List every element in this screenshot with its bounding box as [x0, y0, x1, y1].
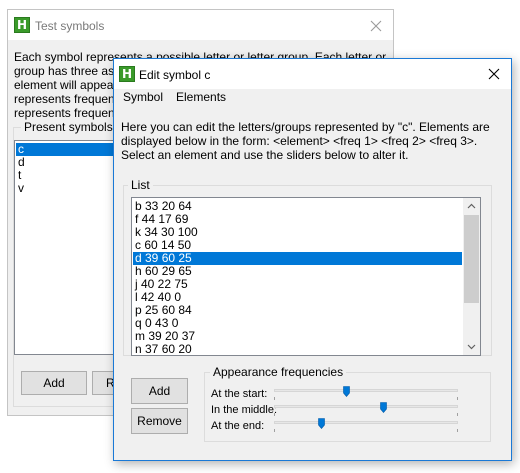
- list-item[interactable]: c: [16, 143, 124, 156]
- description-line: element will appear a: [14, 78, 128, 92]
- test-symbols-titlebar[interactable]: H Test symbols: [8, 10, 393, 40]
- description-line: represents frequency: [14, 106, 127, 120]
- scroll-down-icon[interactable]: [467, 344, 476, 350]
- instruction-line: Select an element and use the sliders be…: [121, 148, 409, 162]
- menu-symbol[interactable]: Symbol: [123, 90, 163, 104]
- appearance-frequencies-label: Appearance frequencies: [210, 365, 347, 379]
- app-icon: H: [14, 17, 30, 33]
- close-icon[interactable]: [368, 18, 384, 34]
- slider-label-middle: In the middle:: [211, 404, 278, 416]
- symbols-listbox[interactable]: c d t v: [14, 140, 126, 355]
- edit-symbol-title: Edit symbol c: [139, 68, 211, 82]
- menu-bar: Symbol Elements: [114, 89, 511, 107]
- add-symbol-button[interactable]: Add: [21, 371, 87, 395]
- list-group-label: List: [128, 178, 153, 192]
- slider-thumb-icon[interactable]: [380, 402, 387, 413]
- vertical-scrollbar[interactable]: [463, 198, 480, 355]
- slider-label-end: At the end:: [211, 420, 265, 432]
- remove-element-button[interactable]: Remove: [131, 408, 188, 434]
- instruction-line: displayed below in the form: <element> <…: [121, 134, 478, 148]
- slider-tick: [457, 429, 458, 432]
- list-item[interactable]: p 25 60 84: [133, 304, 462, 317]
- list-item[interactable]: d: [16, 156, 124, 169]
- app-icon: H: [119, 66, 135, 82]
- slider-track[interactable]: [274, 389, 458, 392]
- scrollbar-thumb[interactable]: [464, 215, 479, 303]
- elements-listbox[interactable]: b 33 20 64 f 44 17 69 k 34 30 100 c 60 1…: [131, 197, 481, 356]
- slider-thumb-icon[interactable]: [343, 386, 350, 397]
- description-line: group has three asso: [14, 64, 127, 78]
- description-line: represents frequency: [14, 92, 127, 106]
- close-icon[interactable]: [486, 66, 502, 82]
- add-element-button[interactable]: Add: [131, 378, 188, 404]
- list-item[interactable]: n 37 60 20: [133, 343, 462, 356]
- list-item[interactable]: v: [16, 182, 124, 195]
- slider-label-start: At the start:: [211, 388, 268, 400]
- edit-symbol-dialog: H Edit symbol c Symbol Elements Here you…: [113, 58, 512, 461]
- instruction-line: Here you can edit the letters/groups rep…: [121, 120, 490, 134]
- slider-thumb-icon[interactable]: [318, 418, 325, 429]
- end-slider[interactable]: [274, 415, 458, 433]
- slider-tick: [274, 429, 275, 432]
- edit-symbol-titlebar[interactable]: H Edit symbol c: [114, 59, 511, 89]
- menu-elements[interactable]: Elements: [176, 90, 226, 104]
- slider-track[interactable]: [274, 405, 458, 408]
- present-symbols-label: Present symbols: [21, 120, 116, 134]
- scroll-up-icon[interactable]: [467, 203, 476, 209]
- slider-track[interactable]: [274, 421, 458, 424]
- list-item[interactable]: j 40 22 75: [133, 278, 462, 291]
- list-item[interactable]: t: [16, 169, 124, 182]
- test-symbols-title: Test symbols: [35, 19, 105, 33]
